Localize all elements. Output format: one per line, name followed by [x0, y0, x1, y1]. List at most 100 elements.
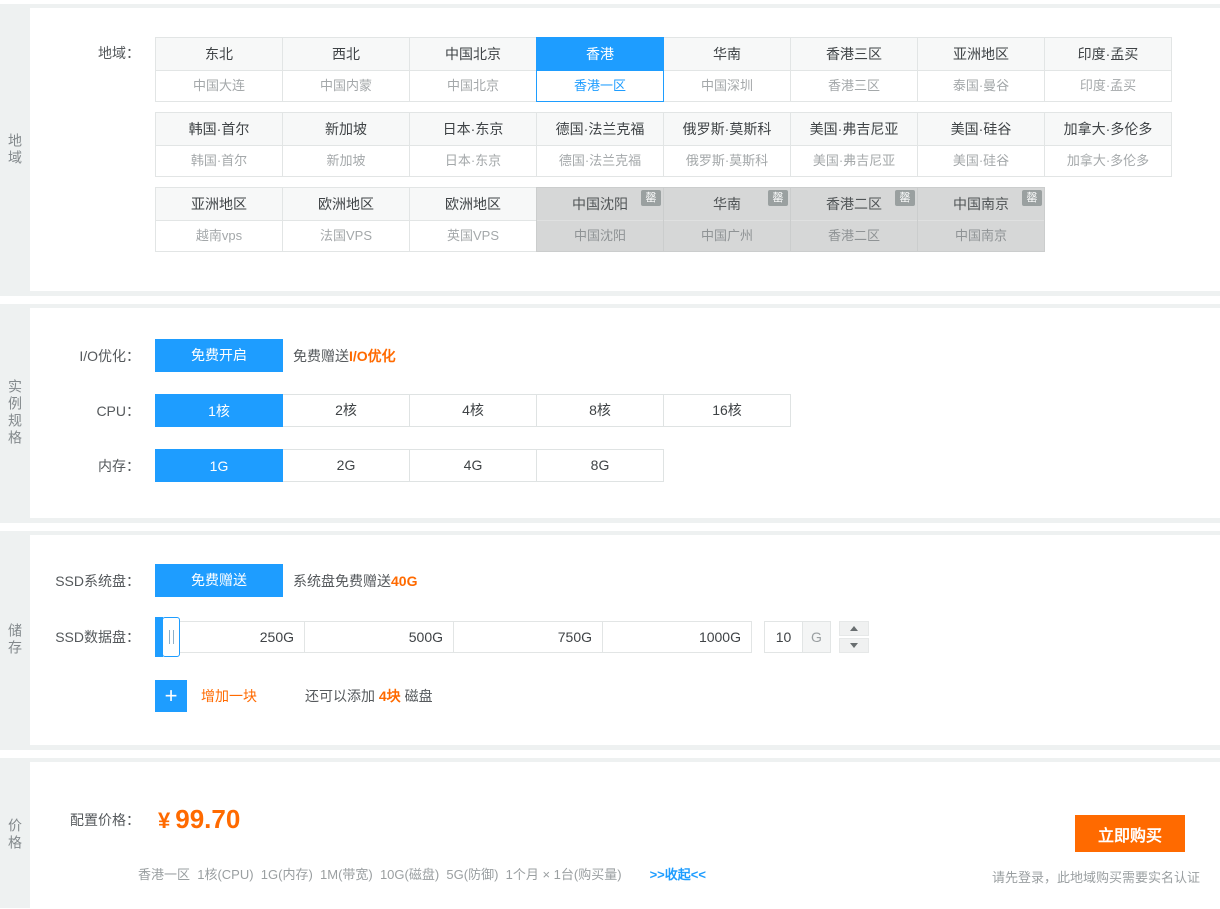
add-disk-note-prefix: 还可以添加: [305, 688, 379, 704]
region-cell-subname: 中国内蒙: [283, 71, 409, 101]
buy-now-button[interactable]: 立即购买: [1075, 815, 1185, 852]
region-section: 地域 地域： 东北中国大连西北中国内蒙中国北京中国北京香港香港一区华南中国深圳香…: [0, 4, 1220, 296]
memory-option[interactable]: 2G: [282, 449, 410, 482]
io-note: 免费赠送I/O优化: [293, 346, 396, 366]
system-disk-free-button[interactable]: 免费赠送: [155, 564, 283, 597]
cpu-option[interactable]: 16核: [663, 394, 791, 427]
region-cell[interactable]: 西北中国内蒙: [282, 37, 410, 102]
slider-segment[interactable]: 750G: [453, 621, 603, 653]
system-disk-label: SSD系统盘：: [30, 571, 140, 591]
region-cell[interactable]: 香港香港一区: [536, 37, 664, 102]
region-cell-subname: 日本·东京: [410, 146, 536, 176]
region-cell[interactable]: 欧洲地区英国VPS: [409, 187, 537, 252]
region-cell-name: 香港: [537, 38, 663, 71]
region-cell-subname: 美国·弗吉尼亚: [791, 146, 917, 176]
region-cell-subname: 中国北京: [410, 71, 536, 101]
cpu-option[interactable]: 4核: [409, 394, 537, 427]
region-cell[interactable]: 加拿大·多伦多加拿大·多伦多: [1044, 112, 1172, 177]
cpu-option[interactable]: 2核: [282, 394, 410, 427]
region-row: 东北中国大连西北中国内蒙中国北京中国北京香港香港一区华南中国深圳香港三区香港三区…: [155, 37, 1172, 102]
system-disk-note-prefix: 系统盘免费赠送: [293, 573, 391, 589]
region-cell-subname: 印度·孟买: [1045, 71, 1171, 101]
slider-segment[interactable]: 500G: [304, 621, 454, 653]
spinner-up-button[interactable]: [839, 621, 869, 636]
price-amount: 99.70: [175, 804, 240, 835]
region-cell-subname: 越南vps: [156, 221, 282, 251]
region-cell[interactable]: 亚洲地区越南vps: [155, 187, 283, 252]
region-cell-subname: 泰国·曼谷: [918, 71, 1044, 101]
region-label: 地域：: [30, 37, 140, 70]
price-sidebar-label: 价格: [5, 818, 25, 852]
cpu-option[interactable]: 8核: [536, 394, 664, 427]
memory-option[interactable]: 8G: [536, 449, 664, 482]
region-cell-subname: 法国VPS: [283, 221, 409, 251]
arrow-up-icon: [850, 626, 858, 631]
slider-segment[interactable]: 1000G: [602, 621, 752, 653]
region-sidebar-label: 地域: [5, 133, 25, 167]
disk-size-box: G: [764, 621, 831, 653]
region-cell[interactable]: 印度·孟买印度·孟买: [1044, 37, 1172, 102]
cpu-option[interactable]: 1核: [155, 394, 283, 427]
region-cell-subname: 俄罗斯·莫斯科: [664, 146, 790, 176]
region-cell-name: 华南: [664, 38, 790, 71]
io-free-enable-button[interactable]: 免费开启: [155, 339, 283, 372]
instance-spec-sidebar-label: 实例规格: [5, 379, 25, 447]
collapse-link[interactable]: >>收起<<: [650, 864, 706, 883]
slider-handle[interactable]: [162, 617, 180, 657]
region-cell[interactable]: 德国·法兰克福德国·法兰克福: [536, 112, 664, 177]
region-cell-subname: 香港一区: [537, 71, 663, 101]
region-cell-name: 香港三区: [791, 38, 917, 71]
region-cell[interactable]: 中国北京中国北京: [409, 37, 537, 102]
instance-spec-sidebar: 实例规格: [0, 308, 30, 518]
region-cell-name: 加拿大·多伦多: [1045, 113, 1171, 146]
region-cell-name: 东北: [156, 38, 282, 71]
region-cell-subname: 中国沈阳: [537, 221, 663, 251]
region-cell-subname: 中国深圳: [664, 71, 790, 101]
region-cell[interactable]: 亚洲地区泰国·曼谷: [917, 37, 1045, 102]
cpu-options: 1核2核4核8核16核: [155, 394, 791, 427]
region-cell[interactable]: 韩国·首尔韩国·首尔: [155, 112, 283, 177]
region-cell-name: 美国·弗吉尼亚: [791, 113, 917, 146]
memory-option[interactable]: 1G: [155, 449, 283, 482]
memory-option[interactable]: 4G: [409, 449, 537, 482]
region-cell-subname: 香港二区: [791, 221, 917, 251]
memory-options: 1G2G4G8G: [155, 449, 664, 482]
data-disk-row: SSD数据盘： 250G500G750G1000G G: [30, 621, 1220, 653]
instance-spec-content: I/O优化： 免费开启 免费赠送I/O优化 CPU： 1核2核4核8核16核 内…: [30, 308, 1220, 518]
add-disk-note: 还可以添加 4块 磁盘: [305, 686, 433, 706]
io-optimization-row: I/O优化： 免费开启 免费赠送I/O优化: [30, 339, 1220, 372]
add-disk-label[interactable]: 增加一块: [201, 686, 257, 706]
region-cell-name: 韩国·首尔: [156, 113, 282, 146]
region-cell[interactable]: 美国·弗吉尼亚美国·弗吉尼亚: [790, 112, 918, 177]
system-disk-note: 系统盘免费赠送40G: [293, 571, 417, 591]
sold-out-badge: 罄: [895, 190, 915, 206]
region-cell[interactable]: 俄罗斯·莫斯科俄罗斯·莫斯科: [663, 112, 791, 177]
memory-label: 内存：: [30, 456, 140, 476]
io-note-highlight: I/O优化: [349, 348, 396, 364]
disk-size-input[interactable]: [764, 621, 803, 653]
region-cell[interactable]: 香港三区香港三区: [790, 37, 918, 102]
region-section-sidebar: 地域: [0, 8, 30, 291]
region-cell[interactable]: 新加坡新加坡: [282, 112, 410, 177]
price-section: 价格 配置价格： ¥ 99.70 香港一区 1核(CPU) 1G(内存) 1M(…: [0, 758, 1220, 908]
price-row: 配置价格： ¥ 99.70: [30, 762, 1220, 835]
price-sidebar: 价格: [0, 762, 30, 908]
storage-section: 储存 SSD系统盘： 免费赠送 系统盘免费赠送40G SSD数据盘： 250G5…: [0, 531, 1220, 750]
add-disk-note-suffix: 磁盘: [401, 688, 433, 704]
instance-spec-section: 实例规格 I/O优化： 免费开启 免费赠送I/O优化 CPU： 1核2核4核8核…: [0, 304, 1220, 523]
region-cell[interactable]: 欧洲地区法国VPS: [282, 187, 410, 252]
region-cell[interactable]: 日本·东京日本·东京: [409, 112, 537, 177]
region-grid: 东北中国大连西北中国内蒙中国北京中国北京香港香港一区华南中国深圳香港三区香港三区…: [155, 37, 1172, 262]
region-cell[interactable]: 美国·硅谷美国·硅谷: [917, 112, 1045, 177]
add-disk-button[interactable]: +: [155, 680, 187, 712]
region-cell-name: 新加坡: [283, 113, 409, 146]
disk-size-unit: G: [802, 621, 831, 653]
price-label: 配置价格：: [30, 810, 140, 830]
region-section-content: 地域： 东北中国大连西北中国内蒙中国北京中国北京香港香港一区华南中国深圳香港三区…: [30, 8, 1220, 291]
slider-grip-icon: [173, 630, 174, 644]
region-cell[interactable]: 东北中国大连: [155, 37, 283, 102]
storage-sidebar-label: 储存: [5, 623, 25, 657]
region-cell[interactable]: 华南中国深圳: [663, 37, 791, 102]
spinner-down-button[interactable]: [839, 638, 869, 653]
config-summary: 香港一区 1核(CPU) 1G(内存) 1M(带宽) 10G(磁盘) 5G(防御…: [138, 864, 622, 883]
